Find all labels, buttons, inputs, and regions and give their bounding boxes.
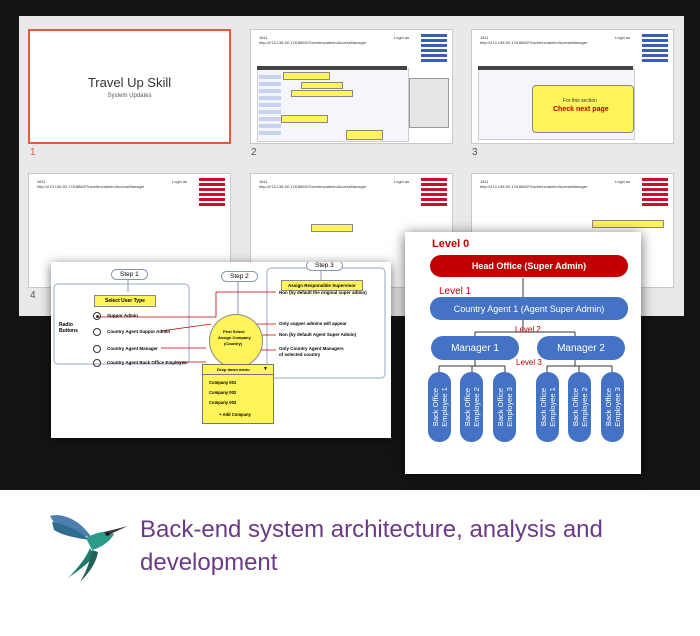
employee-node: Back Office Employee 3 bbox=[601, 372, 624, 442]
slide-header-url: http://213.136.92.178:8883/Travelers/adm… bbox=[259, 184, 367, 189]
slide-number: 1 bbox=[30, 147, 36, 158]
employee-label: Back Office Employee 3 bbox=[495, 387, 514, 427]
mini-nav-grid bbox=[642, 34, 668, 62]
company-option[interactable]: Company 003 bbox=[209, 400, 236, 405]
slide-subtitle: System Updates bbox=[107, 93, 152, 99]
employee-label: Back Office Employee 3 bbox=[603, 387, 622, 427]
mini-callout bbox=[301, 82, 343, 89]
employee-label: Back Office Employee 2 bbox=[462, 387, 481, 427]
slide-header-url: http://213.136.92.178:8883/Travelers/adm… bbox=[480, 184, 588, 189]
select-user-type-label: Select User Type bbox=[94, 295, 156, 307]
step-2-label: Step 2 bbox=[221, 271, 258, 282]
dropdown-header[interactable]: Drop down menu ▼ bbox=[203, 365, 273, 375]
radio-option-label: Country Agent Manager bbox=[107, 346, 158, 352]
enlarged-flow-slide: Step 1 Step 2 Step 3 Select User Type As… bbox=[51, 262, 391, 438]
supervisor-note: Non (by default the original super admin… bbox=[279, 290, 367, 295]
dropdown-label: Drop down menu bbox=[217, 367, 250, 372]
manager-1-label: Manager 1 bbox=[451, 342, 499, 354]
radio-option-super-admin[interactable]: Suppor Admin bbox=[93, 312, 138, 320]
radio-option-label: Suppor Admin bbox=[107, 313, 138, 319]
step-3-label: Step 3 bbox=[306, 262, 343, 271]
mini-browser-bar bbox=[478, 66, 633, 70]
mini-highlight bbox=[311, 224, 353, 232]
radio-option-label: Country Agent Back Office Employee bbox=[107, 360, 187, 366]
radio-unselected-icon bbox=[93, 328, 101, 336]
mini-nav-grid bbox=[421, 34, 447, 62]
supervisor-note: Only Country Agent Managers bbox=[279, 346, 344, 351]
radio-option-label: Country Agent Suppor Admin bbox=[107, 329, 171, 335]
supervisor-note: Non (by default Agent Super Admin) bbox=[279, 332, 357, 337]
manager-2-node: Manager 2 bbox=[537, 336, 625, 360]
head-office-node: Head Office (Super Admin) bbox=[430, 255, 628, 277]
org-chart-slide: Level 0 Head Office (Super Admin) Level … bbox=[405, 232, 641, 474]
slide-header-url: http://213.136.92.178:8883/Travelers/adm… bbox=[37, 184, 145, 189]
add-company-button[interactable]: + Add Company bbox=[219, 412, 251, 417]
company-option[interactable]: Company 001 bbox=[209, 380, 236, 385]
step-1-label: Step 1 bbox=[111, 269, 148, 280]
level-2-label: Level 2 bbox=[515, 325, 541, 334]
callout-text: For this section bbox=[563, 98, 597, 104]
radio-unselected-icon bbox=[93, 345, 101, 353]
slide-thumbnail-1[interactable]: Travel Up Skill System Updates bbox=[28, 29, 231, 144]
mini-callout bbox=[291, 90, 353, 97]
caret-down-icon: ▼ bbox=[263, 366, 268, 372]
manager-2-label: Manager 2 bbox=[557, 342, 605, 354]
slide-header-url: http://213.136.92.178:8883/Travelers/adm… bbox=[259, 40, 367, 45]
mini-dialog bbox=[409, 78, 449, 128]
slide-header-url: http://213.136.92.178:8883/Travelers/adm… bbox=[480, 40, 588, 45]
head-office-label: Head Office (Super Admin) bbox=[471, 261, 587, 271]
country-agent-node: Country Agent 1 (Agent Super Admin) bbox=[430, 297, 628, 320]
login-label: Login as bbox=[172, 179, 188, 184]
slide-number: 3 bbox=[472, 147, 478, 158]
supervisor-note: Only supper admins will appear bbox=[279, 321, 347, 326]
login-label: Login as bbox=[615, 35, 631, 40]
company-dropdown[interactable]: Drop down menu ▼ Company 001 Company 002… bbox=[202, 364, 274, 424]
manager-1-node: Manager 1 bbox=[431, 336, 519, 360]
check-next-page-callout: For this section Check next page bbox=[532, 85, 634, 133]
mini-callout bbox=[281, 115, 328, 123]
radio-selected-icon bbox=[93, 312, 101, 320]
mini-side-menu bbox=[259, 75, 281, 135]
employee-label: Back Office Employee 2 bbox=[570, 387, 589, 427]
mini-callout bbox=[346, 130, 383, 140]
employee-node: Back Office Employee 2 bbox=[568, 372, 591, 442]
login-label: Login as bbox=[394, 179, 410, 184]
employee-label: Back Office Employee 1 bbox=[538, 387, 557, 427]
level-1-label: Level 1 bbox=[439, 286, 472, 297]
login-label: Login as bbox=[394, 35, 410, 40]
company-option[interactable]: Company 002 bbox=[209, 390, 236, 395]
radio-option-back-office[interactable]: Country Agent Back Office Employee bbox=[93, 359, 187, 367]
callout-text-emphasis: Check next page bbox=[553, 106, 609, 113]
slide-thumbnail-2[interactable]: 1811 http://213.136.92.178:8883/Traveler… bbox=[250, 29, 453, 144]
mini-browser-bar bbox=[257, 66, 407, 70]
mini-nav-grid bbox=[199, 178, 225, 206]
level-0-label: Level 0 bbox=[432, 238, 470, 250]
employee-node: Back Office Employee 3 bbox=[493, 372, 516, 442]
employee-node: Back Office Employee 2 bbox=[460, 372, 483, 442]
page-caption: Back-end system architecture, analysis a… bbox=[140, 516, 603, 576]
country-agent-label: Country Agent 1 (Agent Super Admin) bbox=[453, 303, 605, 314]
employee-label: Back Office Employee 1 bbox=[430, 387, 449, 427]
radio-unselected-icon bbox=[93, 359, 101, 367]
mini-nav-grid bbox=[421, 178, 447, 206]
slide-number: 4 bbox=[30, 290, 36, 301]
employee-node: Back Office Employee 1 bbox=[536, 372, 559, 442]
radio-option-agent-manager[interactable]: Country Agent Manager bbox=[93, 345, 158, 353]
slide-number: 2 bbox=[251, 147, 257, 158]
radio-buttons-label: Radio Buttons bbox=[59, 322, 78, 334]
hummingbird-icon bbox=[50, 515, 128, 582]
level-3-label: Level 3 bbox=[516, 358, 542, 367]
employee-node: Back Office Employee 1 bbox=[428, 372, 451, 442]
login-label: Login as bbox=[615, 179, 631, 184]
mini-nav-grid bbox=[642, 178, 668, 206]
slide-thumbnail-3[interactable]: 1811 http://213.136.92.178:8883/Traveler… bbox=[471, 29, 674, 144]
mini-highlight bbox=[592, 220, 664, 228]
assign-company-line-3: (Country) bbox=[224, 341, 242, 346]
mini-callout bbox=[283, 72, 330, 80]
supervisor-note: of selected country bbox=[279, 352, 321, 357]
assign-company-line-2: Assign Company bbox=[218, 335, 251, 340]
slide-title: Travel Up Skill bbox=[87, 75, 172, 90]
radio-option-agent-super-admin[interactable]: Country Agent Suppor Admin bbox=[93, 328, 170, 336]
assign-company-line-1: First Select bbox=[223, 329, 245, 334]
